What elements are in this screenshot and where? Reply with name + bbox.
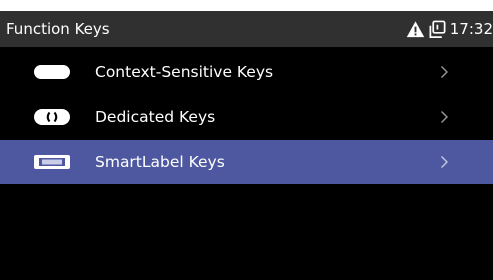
status-area: 17:32 [406,11,493,47]
menu-item-dedicated-keys[interactable]: Dedicated Keys [0,97,493,137]
dedicated-key-icon [34,109,70,125]
menu-item-label: Dedicated Keys [95,108,216,126]
smartlabel-key-icon [34,155,70,169]
page-title: Function Keys [6,20,110,38]
phone-screen: Function Keys 17:32 Context-Sensitive Ke… [0,11,493,280]
clock: 17:32 [449,20,493,38]
chevron-right-icon [441,156,448,168]
oval-key-icon [34,65,70,79]
menu-item-label: SmartLabel Keys [95,153,225,171]
copy-icon[interactable] [428,20,447,39]
warning-icon[interactable] [406,20,425,39]
function-keys-menu: Context-Sensitive Keys Dedicated Keys Sm… [0,52,493,189]
chevron-right-icon [441,66,448,78]
title-bar: Function Keys 17:32 [0,11,493,47]
chevron-right-icon [441,111,448,123]
menu-item-context-sensitive-keys[interactable]: Context-Sensitive Keys [0,52,493,92]
menu-item-smartlabel-keys[interactable]: SmartLabel Keys [0,140,493,184]
menu-item-label: Context-Sensitive Keys [95,63,274,81]
